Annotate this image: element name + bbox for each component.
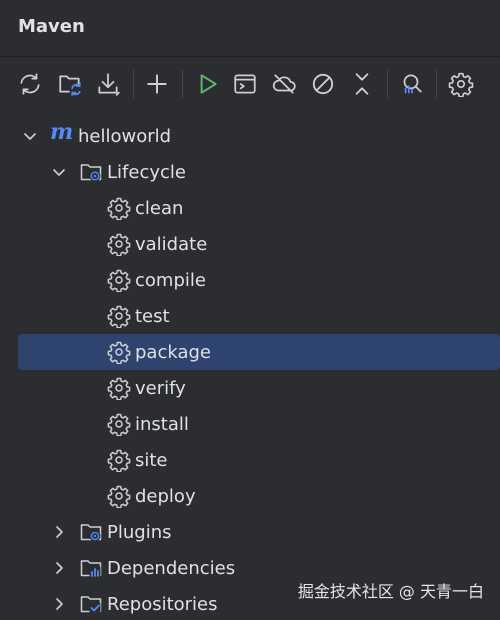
goal-label: test <box>135 305 170 327</box>
plugins-node[interactable]: Plugins <box>0 514 500 550</box>
chevron-right-icon[interactable] <box>50 595 68 613</box>
gear-icon <box>106 447 132 473</box>
run-maven-build-button[interactable] <box>191 68 223 100</box>
goal-label: compile <box>135 269 206 291</box>
execute-goal-button[interactable] <box>229 68 261 100</box>
toolbar-separator <box>436 70 437 98</box>
goal-label: clean <box>135 197 184 219</box>
lifecycle-goal-site[interactable]: site <box>0 442 500 478</box>
repositories-folder-icon <box>78 591 104 617</box>
plugins-label: Plugins <box>107 521 172 543</box>
maven-toolbar <box>0 64 500 104</box>
lifecycle-goal-install[interactable]: install <box>0 406 500 442</box>
lifecycle-label: Lifecycle <box>107 161 186 183</box>
collapse-all-icon <box>355 73 369 95</box>
gear-icon <box>106 483 132 509</box>
toolbar-separator <box>387 70 388 98</box>
lifecycle-goal-deploy[interactable]: deploy <box>0 478 500 514</box>
maven-project-icon: m <box>50 119 74 145</box>
gear-icon <box>106 375 132 401</box>
lifecycle-goal-test[interactable]: test <box>0 298 500 334</box>
run-icon <box>200 74 217 94</box>
gear-icon <box>106 267 132 293</box>
gear-icon <box>106 231 132 257</box>
goal-label: deploy <box>135 485 196 507</box>
chevron-down-icon[interactable] <box>50 163 68 181</box>
maven-tool-window: Maven m helloworld Lifecycle clean valid… <box>0 0 500 620</box>
lifecycle-node[interactable]: Lifecycle <box>0 154 500 190</box>
goal-label: install <box>135 413 189 435</box>
watermark-text: 掘金技术社区 @ 天青一白 <box>297 582 484 601</box>
reload-button[interactable] <box>14 68 46 100</box>
goal-label: package <box>135 341 211 363</box>
repositories-label: Repositories <box>107 593 218 615</box>
reload-icon <box>20 73 40 95</box>
gear-icon <box>106 339 132 365</box>
gear-icon <box>106 195 132 221</box>
offline-icon <box>272 74 296 94</box>
goal-label: validate <box>135 233 208 255</box>
dependencies-folder-icon <box>78 555 104 581</box>
gear-icon <box>106 303 132 329</box>
plugins-folder-icon <box>78 519 104 545</box>
gear-icon <box>106 411 132 437</box>
chevron-down-icon[interactable] <box>21 127 39 145</box>
lifecycle-goal-package[interactable]: package <box>18 334 500 370</box>
goal-label: verify <box>135 377 186 399</box>
project-name: helloworld <box>78 125 172 147</box>
add-icon <box>147 74 167 94</box>
toolbar-separator <box>182 70 183 98</box>
chevron-right-icon[interactable] <box>50 523 68 541</box>
analyze-dependencies-button[interactable] <box>395 68 427 100</box>
generate-sources-button[interactable] <box>54 68 86 100</box>
tool-window-header: Maven <box>0 0 500 57</box>
settings-icon <box>448 72 474 97</box>
analyze-dependencies-icon <box>403 74 422 94</box>
lifecycle-folder-icon <box>78 159 104 185</box>
lifecycle-goal-verify[interactable]: verify <box>0 370 500 406</box>
project-node-helloworld[interactable]: m helloworld <box>0 118 500 154</box>
panel-title: Maven <box>18 16 85 37</box>
lifecycle-goal-clean[interactable]: clean <box>0 190 500 226</box>
dependencies-label: Dependencies <box>107 557 236 579</box>
execute-goal-icon <box>234 74 256 94</box>
toolbar-separator <box>133 70 134 98</box>
skip-tests-button[interactable] <box>307 68 339 100</box>
collapse-all-button[interactable] <box>346 68 378 100</box>
download-icon <box>98 73 120 96</box>
generate-sources-icon <box>59 75 81 96</box>
lifecycle-goal-validate[interactable]: validate <box>0 226 500 262</box>
download-sources-button[interactable] <box>92 68 124 100</box>
add-maven-project-button[interactable] <box>141 68 173 100</box>
toggle-offline-mode-button[interactable] <box>268 68 300 100</box>
chevron-right-icon[interactable] <box>50 559 68 577</box>
skip-tests-icon <box>312 73 334 95</box>
lifecycle-goal-compile[interactable]: compile <box>0 262 500 298</box>
maven-settings-button[interactable] <box>445 68 477 100</box>
goal-label: site <box>135 449 168 471</box>
